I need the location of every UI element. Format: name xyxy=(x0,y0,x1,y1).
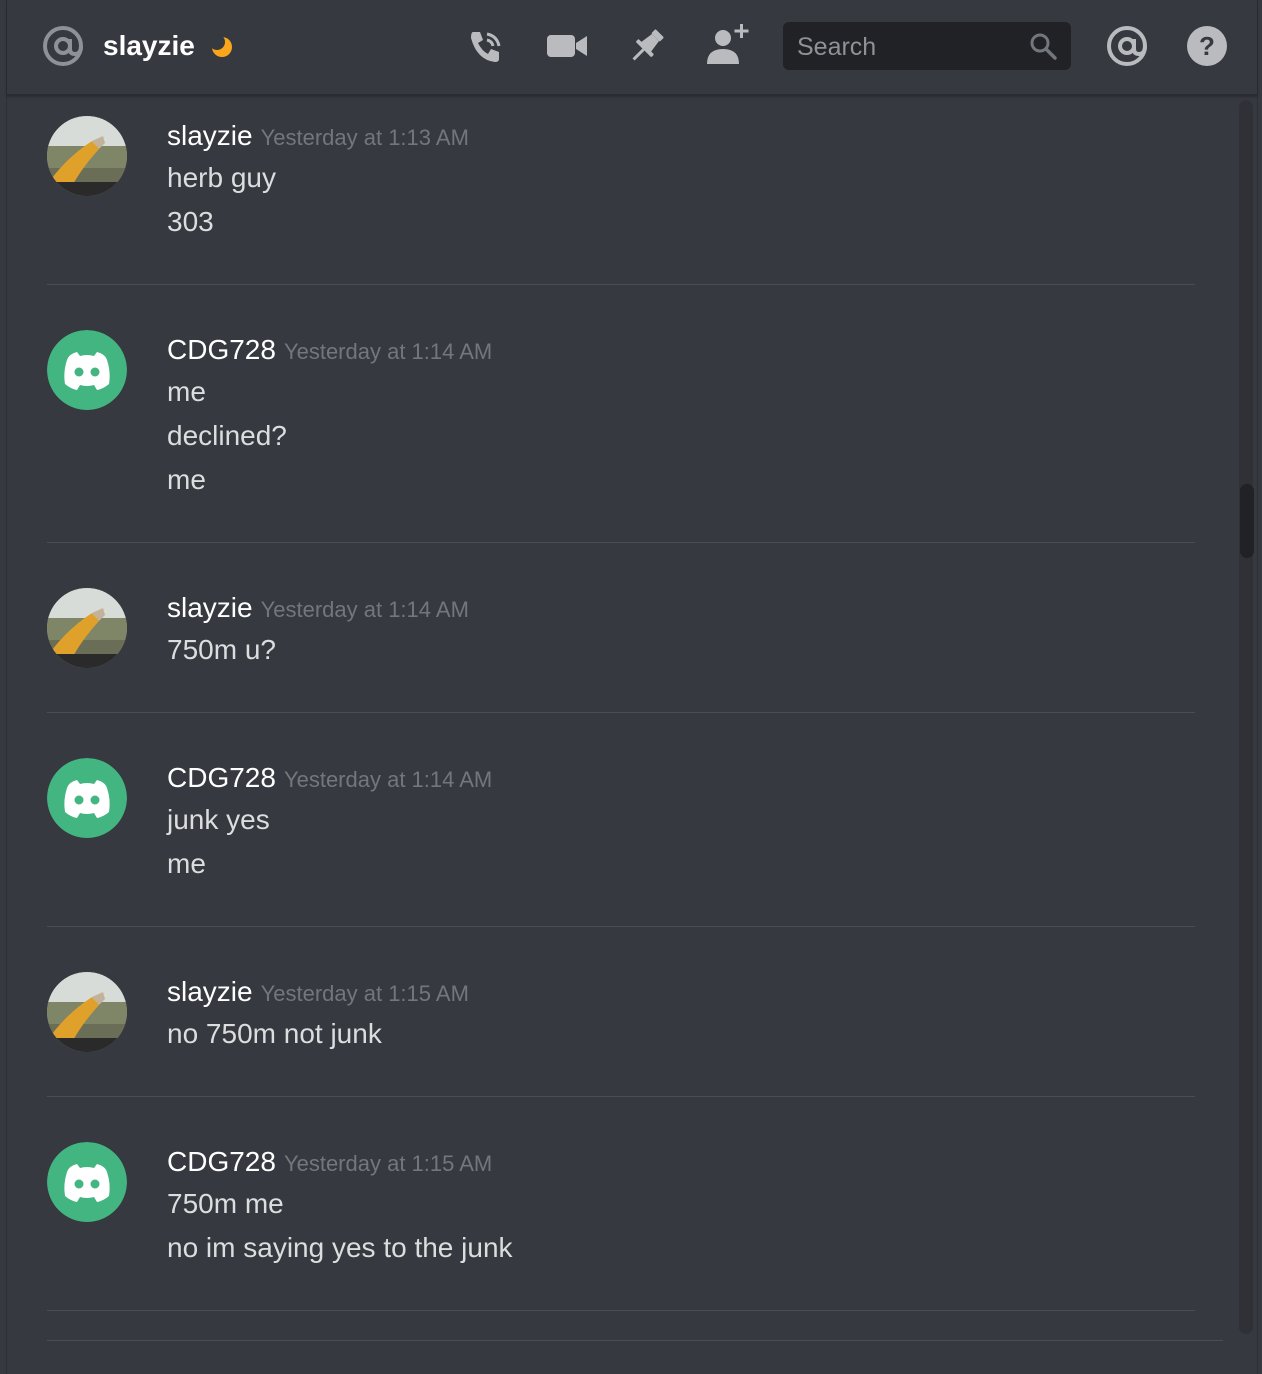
message-line: 303 xyxy=(167,206,214,237)
channel-header: slayzie Search ? xyxy=(7,0,1257,96)
message-divider xyxy=(47,542,1195,543)
moon-icon xyxy=(209,34,232,57)
message-line: me xyxy=(167,376,206,407)
message-line: me xyxy=(167,848,206,879)
avatar-photo xyxy=(47,116,127,196)
message-header: CDG728 Yesterday at 1:14 AM xyxy=(167,330,492,370)
search-input[interactable] xyxy=(795,28,1019,66)
avatar-cdg728[interactable] xyxy=(47,1142,127,1222)
message-divider xyxy=(47,1310,1195,1311)
phone-call-icon xyxy=(471,32,501,62)
svg-text:?: ? xyxy=(1199,31,1215,61)
message-line: no 750m not junk xyxy=(167,1018,382,1049)
mentions-button[interactable] xyxy=(1103,22,1151,70)
start-voice-call-button[interactable] xyxy=(461,22,509,70)
message-content: CDG728 Yesterday at 1:15 AM 750m me no im… xyxy=(167,1142,513,1270)
search-box[interactable] xyxy=(783,22,1071,70)
message-author[interactable]: CDG728 xyxy=(167,334,276,365)
message-line: 750m u? xyxy=(167,634,276,665)
message-header: CDG728 Yesterday at 1:14 AM xyxy=(167,758,492,798)
discord-logo-icon xyxy=(47,758,127,838)
pinned-messages-button[interactable] xyxy=(623,22,671,70)
message-timestamp: Yesterday at 1:15 AM xyxy=(260,981,469,1006)
scrollbar-thumb[interactable] xyxy=(1240,484,1254,558)
message-header: slayzie Yesterday at 1:13 AM xyxy=(167,116,469,156)
message-author[interactable]: CDG728 xyxy=(167,1146,276,1177)
add-friends-to-dm-button[interactable] xyxy=(703,22,751,70)
message-author[interactable]: slayzie xyxy=(167,120,253,151)
help-button[interactable]: ? xyxy=(1183,22,1231,70)
message-content: slayzie Yesterday at 1:13 AM herb guy 303 xyxy=(167,116,469,244)
message-timestamp: Yesterday at 1:13 AM xyxy=(260,125,469,150)
message-author[interactable]: slayzie xyxy=(167,976,253,1007)
message-content: slayzie Yesterday at 1:14 AM 750m u? xyxy=(167,588,469,672)
video-camera-icon xyxy=(547,35,587,57)
avatar-slayzie[interactable] xyxy=(47,972,127,1052)
message-timestamp: Yesterday at 1:14 AM xyxy=(283,767,493,792)
message-timestamp: Yesterday at 1:14 AM xyxy=(260,597,469,622)
chat-bottom-divider xyxy=(47,1340,1223,1341)
discord-logo-icon xyxy=(47,330,127,410)
message-line: no im saying yes to the junk xyxy=(167,1232,513,1263)
avatar-cdg728[interactable] xyxy=(47,330,127,410)
message-timestamp: Yesterday at 1:14 AM xyxy=(283,339,493,364)
dm-window: slayzie Search ? slayzie Yesterday at 1:… xyxy=(6,0,1258,1374)
message-line: 750m me xyxy=(167,1188,284,1219)
avatar-photo xyxy=(47,972,127,1052)
avatar-slayzie[interactable] xyxy=(47,116,127,196)
add-user-icon xyxy=(707,24,749,64)
message-divider xyxy=(47,926,1195,927)
message-divider xyxy=(47,1096,1195,1097)
message-header: slayzie Yesterday at 1:14 AM xyxy=(167,588,469,628)
search-icon xyxy=(1030,33,1057,60)
message-line: me xyxy=(167,464,206,495)
message-line: junk yes xyxy=(167,804,270,835)
message-divider xyxy=(47,284,1195,285)
message-author[interactable]: slayzie xyxy=(167,592,253,623)
message-line: declined? xyxy=(167,420,287,451)
avatar-slayzie[interactable] xyxy=(47,588,127,668)
at-mentions-icon xyxy=(1107,26,1147,66)
message-content: slayzie Yesterday at 1:15 AM no 750m not … xyxy=(167,972,469,1056)
message-content: CDG728 Yesterday at 1:14 AM junk yes me xyxy=(167,758,492,886)
avatar-cdg728[interactable] xyxy=(47,758,127,838)
message-header: slayzie Yesterday at 1:15 AM xyxy=(167,972,469,1012)
scrollbar-track[interactable] xyxy=(1239,100,1253,1334)
discord-logo-icon xyxy=(47,1142,127,1222)
channel-title: slayzie xyxy=(103,30,195,61)
message-divider xyxy=(47,712,1195,713)
message-list: slayzie Yesterday at 1:13 AM herb guy 303… xyxy=(7,96,1235,1374)
message-timestamp: Yesterday at 1:15 AM xyxy=(283,1151,493,1176)
message-author[interactable]: CDG728 xyxy=(167,762,276,793)
avatar-photo xyxy=(47,588,127,668)
message-content: CDG728 Yesterday at 1:14 AM me declined? … xyxy=(167,330,492,502)
message-header: CDG728 Yesterday at 1:15 AM xyxy=(167,1142,513,1182)
message-line: herb guy xyxy=(167,162,276,193)
at-icon xyxy=(43,26,83,66)
start-video-call-button[interactable] xyxy=(543,22,591,70)
help-icon: ? xyxy=(1187,26,1227,66)
pin-icon xyxy=(632,29,664,61)
